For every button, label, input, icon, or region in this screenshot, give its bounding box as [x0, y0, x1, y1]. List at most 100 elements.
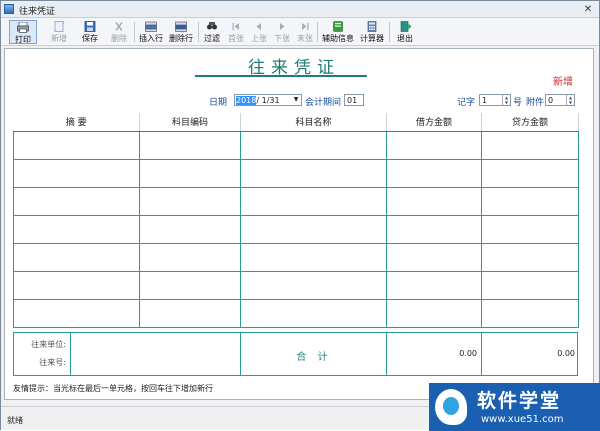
delete-label: 删除	[111, 34, 127, 43]
delete-button[interactable]: 删除	[106, 20, 132, 44]
cell-credit[interactable]	[481, 130, 579, 160]
first-button[interactable]: 首张	[225, 20, 247, 44]
print-button[interactable]: 打印	[9, 20, 37, 44]
cell-account-code[interactable]	[139, 158, 241, 188]
cell-summary[interactable]	[13, 298, 140, 328]
info-label: 辅助信息	[322, 34, 354, 43]
cell-debit[interactable]	[386, 298, 482, 328]
cell-debit[interactable]	[386, 242, 482, 272]
prev-label: 上张	[251, 34, 267, 43]
column-header-summary[interactable]: 摘 要	[13, 113, 140, 132]
cell-debit[interactable]	[386, 214, 482, 244]
cell-summary[interactable]	[13, 242, 140, 272]
cell-account-code[interactable]	[139, 186, 241, 216]
totals-row: 往来单位: 往来号: 合 计 0.00 0.00	[13, 332, 578, 376]
voucher-grid: 摘 要 科目编码 科目名称 借方金额 贷方金额	[13, 113, 579, 328]
cell-account-name[interactable]	[240, 270, 387, 300]
status-label: 新增	[553, 77, 573, 88]
prev-button[interactable]: 上张	[248, 20, 270, 44]
last-label: 末张	[297, 34, 313, 43]
voucher-number-stepper[interactable]: 1 ▲ ▼	[479, 94, 511, 106]
first-label: 首张	[228, 34, 244, 43]
calculator-button[interactable]: 计算器	[358, 20, 386, 44]
next-button[interactable]: 下张	[271, 20, 293, 44]
toolbar-separator	[317, 22, 318, 42]
cell-account-name[interactable]	[240, 298, 387, 328]
toolbar-separator	[389, 22, 390, 42]
watermark-logo: 软件学堂 www.xue51.com	[429, 383, 600, 431]
info-icon	[333, 21, 343, 32]
cell-summary[interactable]	[13, 130, 140, 160]
column-header-account-code[interactable]: 科目编码	[139, 113, 241, 132]
save-button[interactable]: 保存	[76, 20, 104, 44]
last-icon	[302, 23, 309, 30]
prev-icon	[256, 23, 261, 30]
brand-url: www.xue51.com	[481, 414, 564, 425]
cell-credit[interactable]	[481, 214, 579, 244]
table-row	[13, 130, 579, 160]
sum-cell: 合 计	[241, 333, 387, 375]
column-header-account-name[interactable]: 科目名称	[240, 113, 387, 132]
party-field[interactable]	[71, 333, 241, 375]
toolbar-separator	[134, 22, 135, 42]
table-row	[13, 158, 579, 188]
spin-icon[interactable]: ▲ ▼	[566, 95, 574, 105]
cell-summary[interactable]	[13, 270, 140, 300]
next-label: 下张	[274, 34, 290, 43]
cell-credit[interactable]	[481, 158, 579, 188]
cell-debit[interactable]	[386, 130, 482, 160]
hao-label: 号	[513, 98, 523, 108]
cell-summary[interactable]	[13, 158, 140, 188]
title-bar: 往来凭证 ✕	[1, 1, 599, 18]
cell-account-code[interactable]	[139, 298, 241, 328]
new-label: 新增	[51, 34, 67, 43]
chevron-down-icon[interactable]: ▼	[291, 95, 301, 105]
last-button[interactable]: 末张	[294, 20, 316, 44]
toolbar-separator	[198, 22, 199, 42]
attachment-stepper[interactable]: 0 ▲ ▼	[545, 94, 575, 106]
cell-account-code[interactable]	[139, 130, 241, 160]
close-button[interactable]: ✕	[580, 3, 596, 16]
exit-button[interactable]: 退出	[393, 20, 417, 44]
table-row	[13, 242, 579, 272]
cell-account-name[interactable]	[240, 186, 387, 216]
delete-row-label: 删除行	[169, 34, 193, 43]
cell-debit[interactable]	[386, 270, 482, 300]
cell-summary[interactable]	[13, 214, 140, 244]
cell-debit[interactable]	[386, 186, 482, 216]
print-label: 打印	[15, 35, 31, 44]
cell-credit[interactable]	[481, 298, 579, 328]
brand-logo-icon	[435, 389, 467, 425]
exit-icon	[400, 21, 411, 32]
cell-account-code[interactable]	[139, 270, 241, 300]
credit-total-cell: 0.00	[482, 333, 577, 375]
insert-row-icon	[145, 21, 157, 32]
cell-summary[interactable]	[13, 186, 140, 216]
delete-row-button[interactable]: 删除行	[167, 20, 195, 44]
attachment-label: 附件	[526, 98, 545, 108]
spin-icon[interactable]: ▲ ▼	[502, 95, 510, 105]
delete-icon	[115, 22, 123, 31]
cell-account-name[interactable]	[240, 242, 387, 272]
period-field[interactable]: 01	[344, 94, 364, 106]
cell-account-name[interactable]	[240, 214, 387, 244]
insert-row-button[interactable]: 插入行	[137, 20, 165, 44]
new-button[interactable]: 新增	[44, 20, 74, 44]
table-row	[13, 298, 579, 328]
column-header-credit[interactable]: 贷方金额	[481, 113, 579, 132]
debit-total: 0.00	[459, 349, 477, 358]
filter-button[interactable]: 过滤	[201, 20, 223, 44]
info-button[interactable]: 辅助信息	[320, 20, 356, 44]
date-picker[interactable]: 2018/ 1/31 ▼	[234, 94, 302, 106]
cell-debit[interactable]	[386, 158, 482, 188]
cell-account-code[interactable]	[139, 242, 241, 272]
cell-account-name[interactable]	[240, 158, 387, 188]
cell-account-code[interactable]	[139, 214, 241, 244]
credit-total: 0.00	[557, 349, 575, 358]
column-header-debit[interactable]: 借方金额	[386, 113, 482, 132]
cell-credit[interactable]	[481, 242, 579, 272]
cell-credit[interactable]	[481, 270, 579, 300]
cell-credit[interactable]	[481, 186, 579, 216]
voucher-number-value: 1	[482, 96, 488, 105]
cell-account-name[interactable]	[240, 130, 387, 160]
